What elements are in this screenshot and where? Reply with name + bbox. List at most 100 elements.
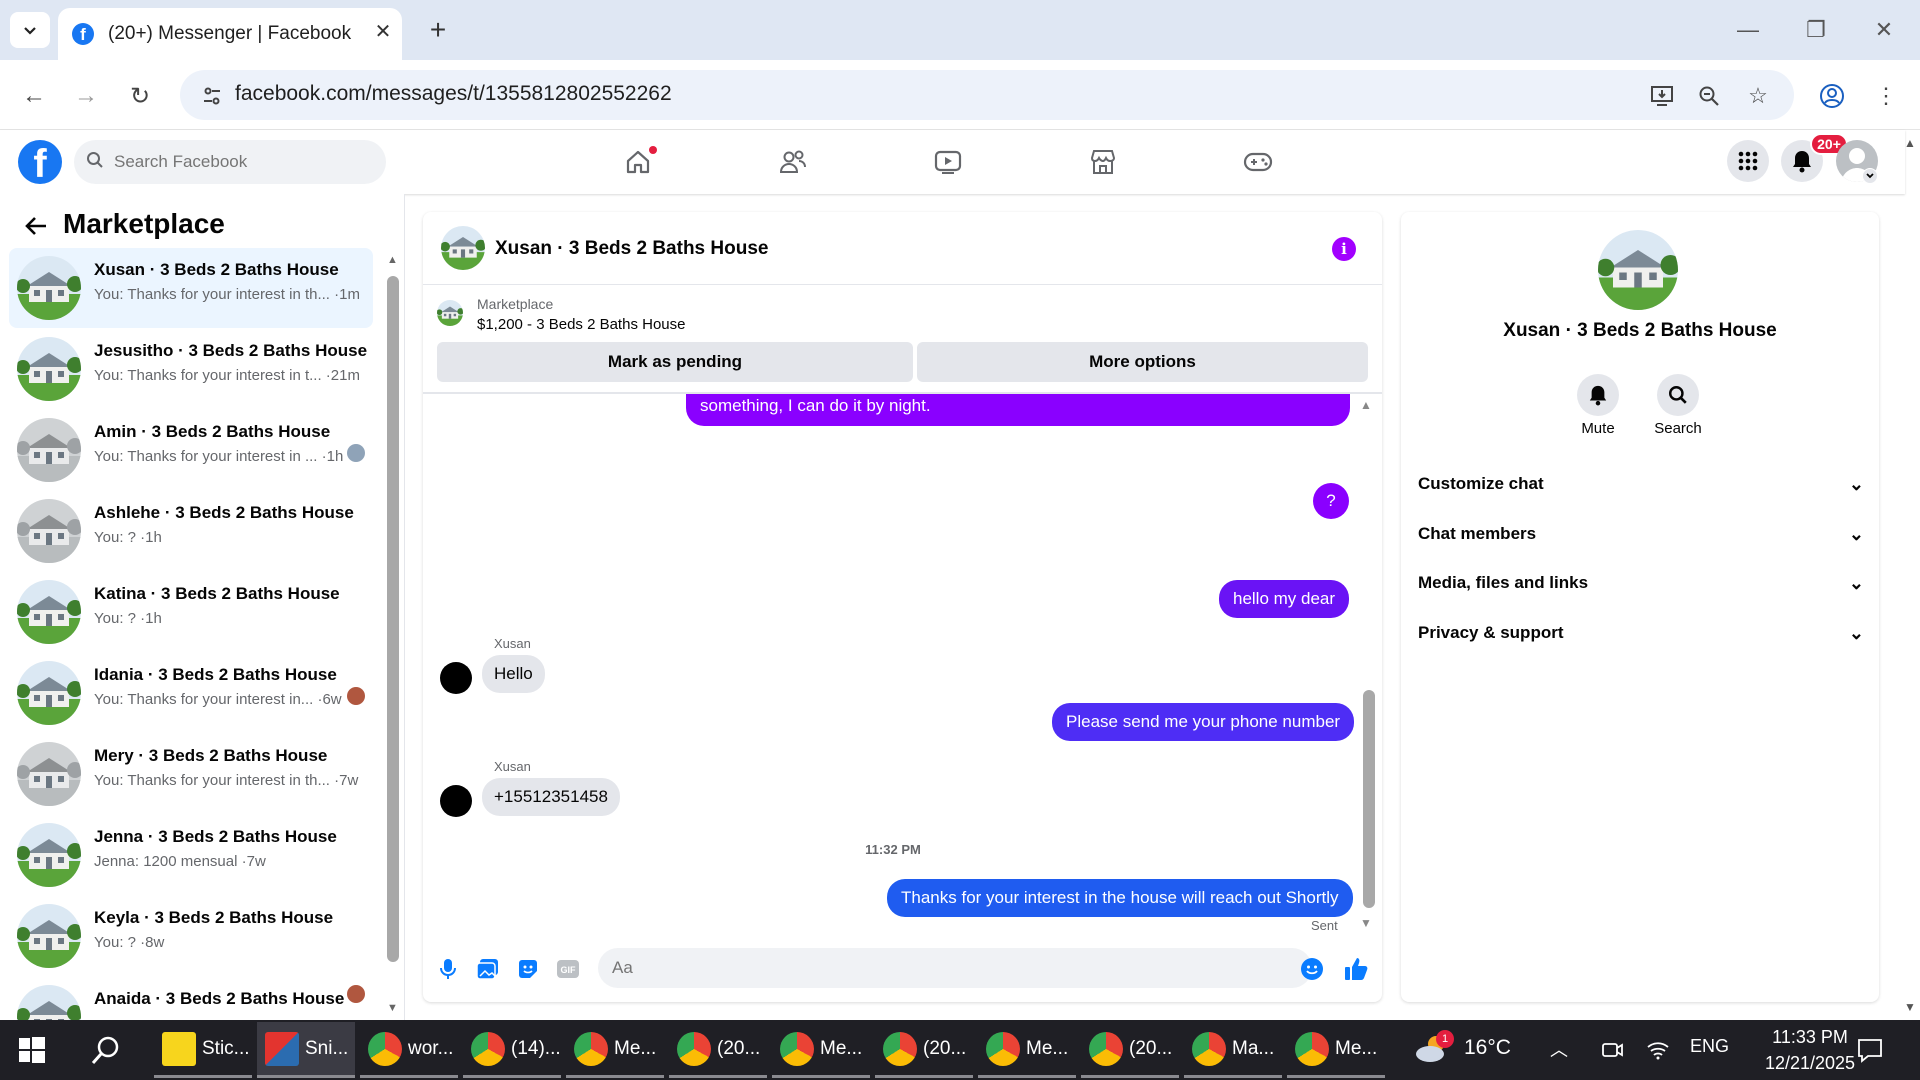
taskbar-app-button[interactable]: Me... (978, 1022, 1076, 1078)
language-indicator[interactable]: ENG (1690, 1036, 1729, 1057)
install-app-icon[interactable] (1644, 78, 1680, 114)
video-icon[interactable] (918, 140, 978, 184)
facebook-search-box[interactable] (74, 140, 386, 184)
url-text[interactable]: facebook.com/messages/t/1355812802552262 (235, 82, 672, 106)
search-icon[interactable] (90, 1034, 122, 1071)
home-icon[interactable] (608, 140, 668, 184)
reload-icon[interactable]: ↻ (122, 78, 158, 114)
section-privacy-support[interactable]: Privacy & support ⌄ (1418, 613, 1864, 653)
section-media-files-links[interactable]: Media, files and links ⌄ (1418, 563, 1864, 603)
contact-avatar[interactable] (1598, 230, 1678, 310)
browser-tab-active[interactable]: f (20+) Messenger | Facebook (58, 8, 402, 60)
conversation-item[interactable]: Keyla · 3 Beds 2 Baths House You: ? ·8w (9, 896, 373, 976)
chat-scroll-down-icon[interactable]: ▼ (1360, 916, 1372, 930)
zoom-icon[interactable] (1691, 78, 1727, 114)
conversation-avatar (17, 256, 81, 320)
microphone-icon[interactable] (435, 956, 461, 982)
conversation-item[interactable]: Jenna · 3 Beds 2 Baths House Jenna: 1200 … (9, 815, 373, 895)
section-customize-chat[interactable]: Customize chat ⌄ (1418, 464, 1864, 504)
taskbar-app-button[interactable]: (20... (1081, 1022, 1179, 1078)
menu-kebab-icon[interactable]: ⋮ (1868, 78, 1904, 114)
conversation-item[interactable]: Mery · 3 Beds 2 Baths House You: Thanks f… (9, 734, 373, 814)
sticker-icon[interactable] (515, 956, 541, 982)
mute-bell-icon[interactable] (1577, 374, 1619, 416)
emoji-icon[interactable] (1299, 956, 1325, 982)
marketplace-icon[interactable] (1073, 140, 1133, 184)
message-incoming[interactable]: Hello (482, 655, 545, 693)
message-outgoing[interactable]: hello my dear (1219, 580, 1350, 618)
window-close-icon[interactable]: ✕ (1856, 10, 1912, 50)
back-icon[interactable]: ← (16, 78, 52, 114)
meet-now-icon[interactable] (1600, 1038, 1624, 1067)
show-hidden-icons-chevron-icon[interactable]: ︿ (1550, 1036, 1568, 1062)
tab-list-button[interactable] (10, 12, 50, 48)
new-tab-plus-icon[interactable]: + (422, 14, 454, 46)
taskbar-app-button[interactable]: wor... (360, 1022, 458, 1078)
conversation-item[interactable]: Katina · 3 Beds 2 Baths House You: ? ·1h (9, 572, 373, 652)
wifi-icon[interactable] (1646, 1038, 1670, 1067)
conversation-item[interactable]: Xusan · 3 Beds 2 Baths House You: Thanks … (9, 248, 373, 328)
left-scrollbar-thumb[interactable] (387, 276, 399, 962)
taskbar-app-button[interactable]: Me... (1287, 1022, 1385, 1078)
taskbar-app-button[interactable]: Me... (772, 1022, 870, 1078)
message-outgoing[interactable]: Please send me your phone number (1052, 703, 1355, 741)
message-outgoing[interactable]: ? (1313, 483, 1349, 519)
mark-as-pending-button[interactable]: Mark as pending (437, 342, 913, 382)
temperature[interactable]: 16°C (1464, 1036, 1511, 1060)
forward-icon[interactable]: → (68, 78, 104, 114)
photo-icon[interactable] (475, 956, 501, 982)
facebook-logo[interactable]: f (18, 140, 62, 184)
chat-scrollbar-thumb[interactable] (1363, 690, 1375, 908)
message-outgoing[interactable]: something, I can do it by night. (686, 394, 1350, 426)
profile-icon[interactable] (1814, 78, 1850, 114)
message-input[interactable] (612, 958, 1252, 978)
account-chevron-icon[interactable] (1862, 168, 1878, 184)
section-chat-members[interactable]: Chat members ⌄ (1418, 514, 1864, 554)
message-composer[interactable] (598, 948, 1312, 988)
windows-start-icon[interactable] (18, 1036, 46, 1069)
chat-title[interactable]: Xusan · 3 Beds 2 Baths House (495, 238, 768, 260)
minimize-icon[interactable]: — (1720, 10, 1776, 50)
page-scroll-up-icon[interactable]: ▲ (1904, 136, 1916, 150)
conversation-item[interactable]: Jesusitho · 3 Beds 2 Baths House You: Tha… (9, 329, 373, 409)
taskbar-app-button[interactable]: Stic... (154, 1022, 252, 1078)
page-scroll-down-icon[interactable]: ▼ (1904, 1000, 1916, 1014)
taskbar-app-button[interactable]: Sni... (257, 1022, 355, 1078)
info-icon[interactable]: i (1332, 237, 1356, 261)
taskbar-app-button[interactable]: (14)... (463, 1022, 561, 1078)
listing-price[interactable]: $1,200 - 3 Beds 2 Baths House (477, 316, 685, 333)
notification-center-icon[interactable] (1856, 1036, 1884, 1069)
message-incoming[interactable]: +15512351458 (482, 778, 620, 816)
listing-thumbnail[interactable] (437, 300, 463, 326)
search-conversation-icon[interactable] (1657, 374, 1699, 416)
conversation-item[interactable]: Ashlehe · 3 Beds 2 Baths House You: ? ·1h (9, 491, 373, 571)
back-arrow-icon[interactable] (20, 210, 52, 242)
chat-scroll-up-icon[interactable]: ▲ (1360, 398, 1372, 412)
system-clock[interactable]: 11:33 PM 12/21/2025 (1752, 1024, 1868, 1076)
taskbar-app-button[interactable]: (20... (875, 1022, 973, 1078)
message-outgoing[interactable]: Thanks for your interest in the house wi… (887, 879, 1353, 917)
tab-close-icon[interactable]: ✕ (370, 18, 396, 44)
site-info-icon[interactable] (196, 80, 228, 112)
gaming-icon[interactable] (1228, 140, 1288, 184)
gif-icon[interactable]: GIF (555, 956, 581, 982)
taskbar-app-button[interactable]: (20... (669, 1022, 767, 1078)
conversation-item[interactable]: Idania · 3 Beds 2 Baths House You: Thanks… (9, 653, 373, 733)
sender-avatar[interactable] (440, 785, 472, 817)
chat-header-avatar[interactable] (441, 226, 485, 270)
scroll-down-arrow-icon[interactable]: ▼ (387, 1002, 398, 1014)
menu-grid-icon[interactable] (1727, 140, 1769, 182)
search-input[interactable] (114, 152, 364, 172)
scroll-up-arrow-icon[interactable]: ▲ (387, 254, 398, 266)
taskbar-app-button[interactable]: Ma... (1184, 1022, 1282, 1078)
restore-icon[interactable]: ❐ (1788, 10, 1844, 50)
friends-icon[interactable] (763, 140, 823, 184)
thumbs-up-icon[interactable] (1343, 956, 1369, 982)
conversation-item[interactable]: Amin · 3 Beds 2 Baths House You: Thanks f… (9, 410, 373, 490)
taskbar-app-button[interactable]: Me... (566, 1022, 664, 1078)
more-options-button[interactable]: More options (917, 342, 1368, 382)
sender-avatar[interactable] (440, 662, 472, 694)
snipping-tool-icon (265, 1031, 299, 1066)
bookmark-star-icon[interactable]: ☆ (1740, 78, 1776, 114)
contact-name[interactable]: Xusan · 3 Beds 2 Baths House (1401, 320, 1879, 342)
